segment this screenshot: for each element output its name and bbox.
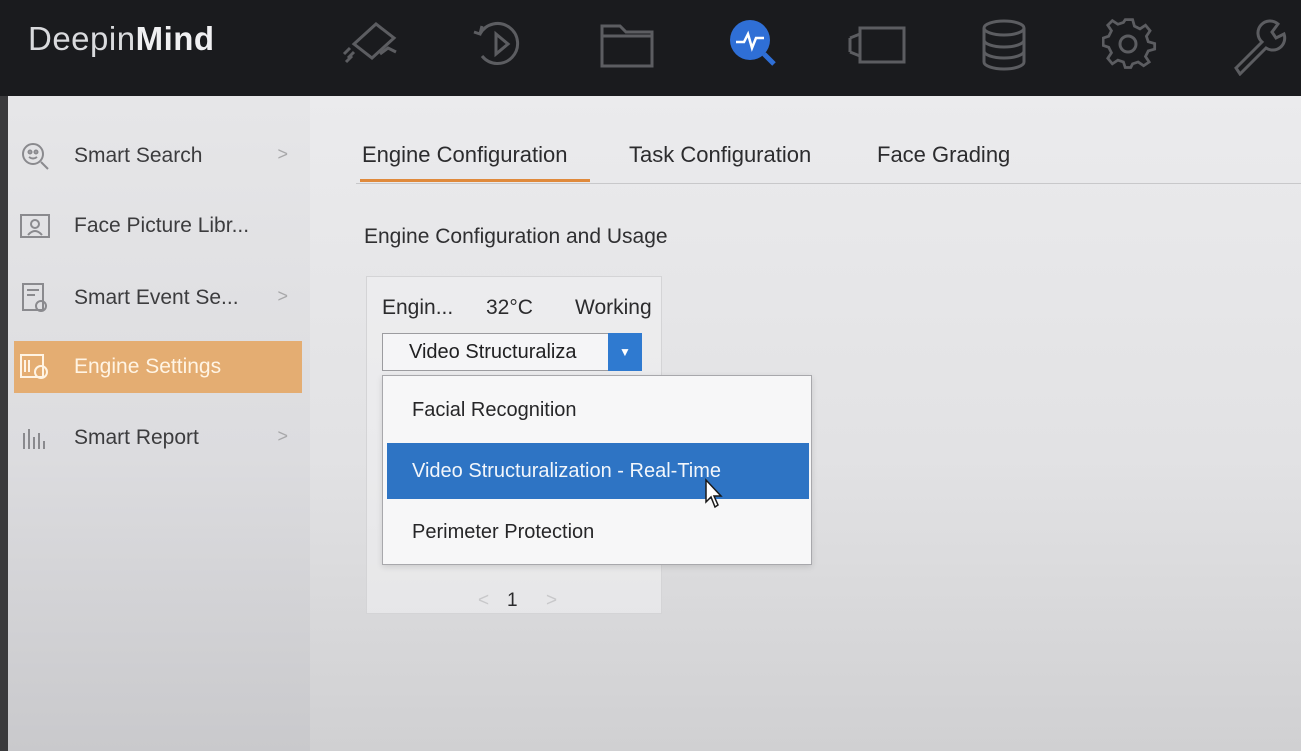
sidebar-item-label: Face Picture Libr... [74,214,250,237]
smart-analysis-icon[interactable] [724,16,784,72]
sidebar-item-engine-settings[interactable]: Engine Settings [14,341,302,393]
sidebar-item-label: Engine Settings [74,355,222,378]
pager-next-button[interactable]: > [546,590,557,612]
bar-chart-icon [18,421,52,455]
sidebar-item-label: Smart Event Se... [74,286,239,309]
sidebar-item-smart-report[interactable]: Smart Report > [14,412,302,464]
app-logo: DeepinMind [28,20,215,57]
sidebar-item-label: Smart Search [74,144,203,167]
dropdown-option[interactable]: Perimeter Protection [387,504,809,560]
video-wall-icon[interactable] [846,18,912,70]
sidebar-item-smart-event[interactable]: Smart Event Se... > [14,272,302,324]
section-title: Engine Configuration and Usage [364,225,668,248]
playback-icon[interactable] [470,18,530,70]
active-tab-indicator [360,179,590,182]
chevron-right-icon: > [277,286,288,306]
top-bar: DeepinMind [0,0,1301,96]
engine-status: Working [575,296,652,319]
dropdown-option[interactable]: Facial Recognition [387,382,809,438]
sidebar-item-face-library[interactable]: Face Picture Libr... [14,200,302,252]
face-library-icon [18,209,52,243]
pager-current-page: 1 [507,590,518,611]
tab-engine-configuration[interactable]: Engine Configuration [362,142,567,168]
engine-type-select[interactable]: Video Structuraliza ▼ [382,333,642,371]
folder-icon[interactable] [598,18,658,70]
chevron-right-icon: > [277,144,288,164]
pager-prev-button[interactable]: < [478,590,489,612]
dropdown-option-selected[interactable]: Video Structuralization - Real-Time [387,443,809,499]
tab-task-configuration[interactable]: Task Configuration [629,142,811,168]
engine-name: Engin... [382,296,454,319]
maintenance-icon[interactable] [1228,18,1288,76]
event-settings-icon [18,281,52,315]
chevron-down-icon[interactable]: ▼ [608,333,642,371]
chevron-right-icon: > [277,426,288,446]
tab-divider [356,183,1301,184]
select-value: Video Structuraliza [409,341,577,363]
sidebar-item-smart-search[interactable]: Smart Search > [14,130,302,182]
window-edge [0,96,8,751]
engine-temperature: 32°C [486,296,533,319]
tab-face-grading[interactable]: Face Grading [877,142,1010,168]
engine-settings-icon [18,350,52,384]
engine-type-dropdown: Facial Recognition Video Structuralizati… [382,375,812,565]
storage-icon[interactable] [978,18,1034,74]
settings-icon[interactable] [1102,18,1158,74]
face-search-icon [18,139,52,173]
mouse-cursor-icon [704,478,724,515]
camera-icon[interactable] [340,18,404,66]
sidebar-item-label: Smart Report [74,426,199,449]
